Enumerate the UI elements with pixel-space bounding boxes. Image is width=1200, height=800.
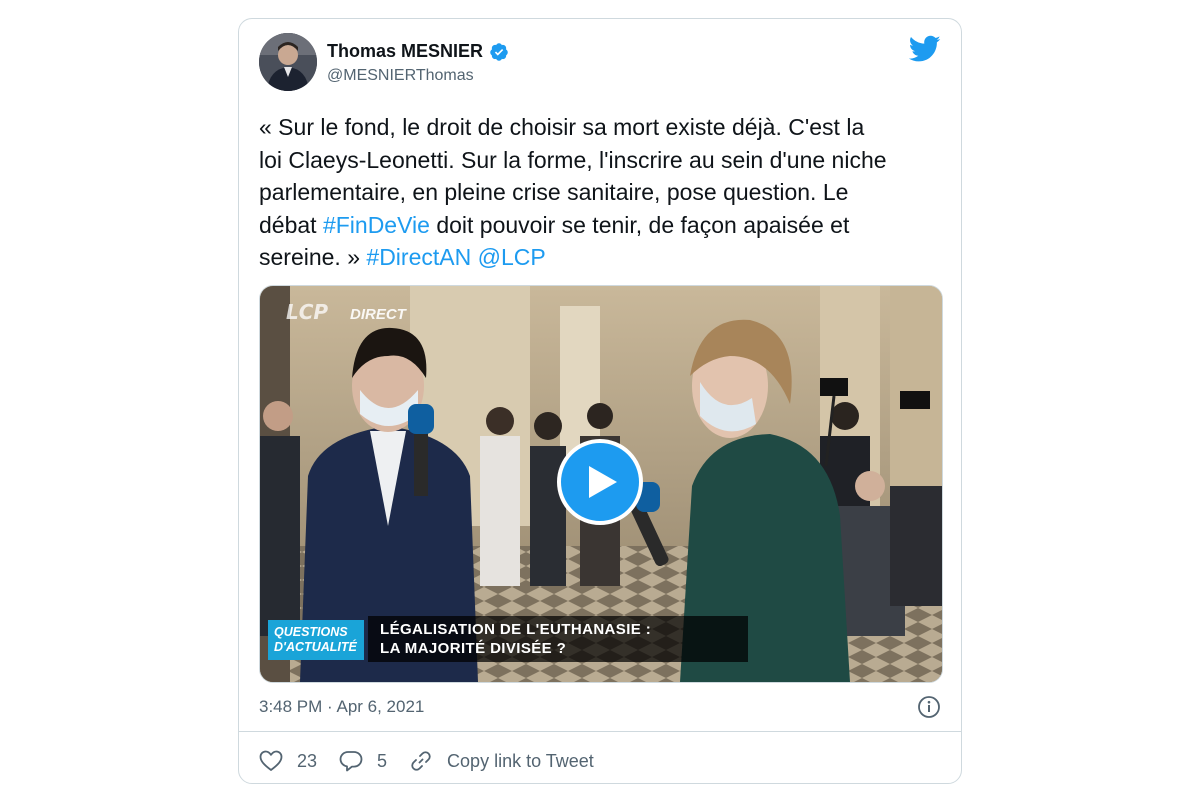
copy-link-label: Copy link to Tweet [447,750,594,771]
tweet-text-line: loi Claeys-Leonetti. Sur la forme, l'ins… [259,146,887,173]
author-name[interactable]: Thomas MESNIER [327,41,483,62]
reply-count: 5 [377,750,388,771]
live-tag: DIRECT [350,306,406,323]
heart-icon [259,750,283,771]
tweet-text-line: parlementaire, en pleine crise sanitaire… [259,179,849,205]
author-name-row[interactable]: Thomas MESNIER [327,41,509,62]
verified-badge-icon [490,42,508,61]
mention-lcp-link[interactable]: @LCP [478,244,546,270]
tweet-text: « Sur le fond, le droit de choisir sa mo… [259,111,949,274]
avatar[interactable] [259,33,317,91]
tweet-timestamp[interactable]: 3:48 PM · Apr 6, 2021 [259,697,424,717]
tweet-text-line: doit pouvoir se tenir, de façon apaisée … [429,211,850,238]
author-handle[interactable]: @MESNIERThomas [327,67,474,85]
tweet-text-line: sereine. » [259,244,367,270]
twitter-bird-icon[interactable] [909,35,941,63]
tweet-text-line: débat [259,211,323,238]
tweet-meta: 3:48 PM · Apr 6, 2021 [259,695,943,719]
tweet-card[interactable]: Thomas MESNIER @MESNIERThomas « Sur le f… [238,18,962,784]
headline-line: LÉGALISATION DE L'EUTHANASIE : [380,621,652,638]
video-player[interactable]: LCP DIRECT QUESTIONS D'ACTUALITÉ LÉGALIS… [259,285,943,683]
play-icon [589,466,617,498]
play-button[interactable] [557,439,643,525]
lower-third-label: QUESTIONS D'ACTUALITÉ [268,620,364,660]
lower-third-label-line: QUESTIONS [274,625,348,639]
like-button[interactable]: 23 [259,750,317,772]
channel-logo: LCP [286,300,329,324]
like-count: 23 [297,750,318,771]
hashtag-findevie-link[interactable]: #FinDeVie [323,212,430,238]
reply-button[interactable]: 5 [339,750,387,772]
headline-line: LA MAJORITÉ DIVISÉE ? [380,640,567,657]
tweet-text-line: « Sur le fond, le droit de choisir sa mo… [259,114,865,140]
info-icon[interactable] [917,695,941,719]
lower-third-label-line: D'ACTUALITÉ [274,640,357,654]
tweet-actions: 23 5 Copy link to Tweet [259,747,616,775]
reply-bubble-icon [339,751,363,772]
hashtag-directan-link[interactable]: #DirectAN [366,244,471,270]
lower-third-headline: LÉGALISATION DE L'EUTHANASIE : LA MAJORI… [368,616,748,662]
copy-link-button[interactable]: Copy link to Tweet [409,749,594,773]
divider [239,731,961,732]
link-icon [411,751,431,771]
